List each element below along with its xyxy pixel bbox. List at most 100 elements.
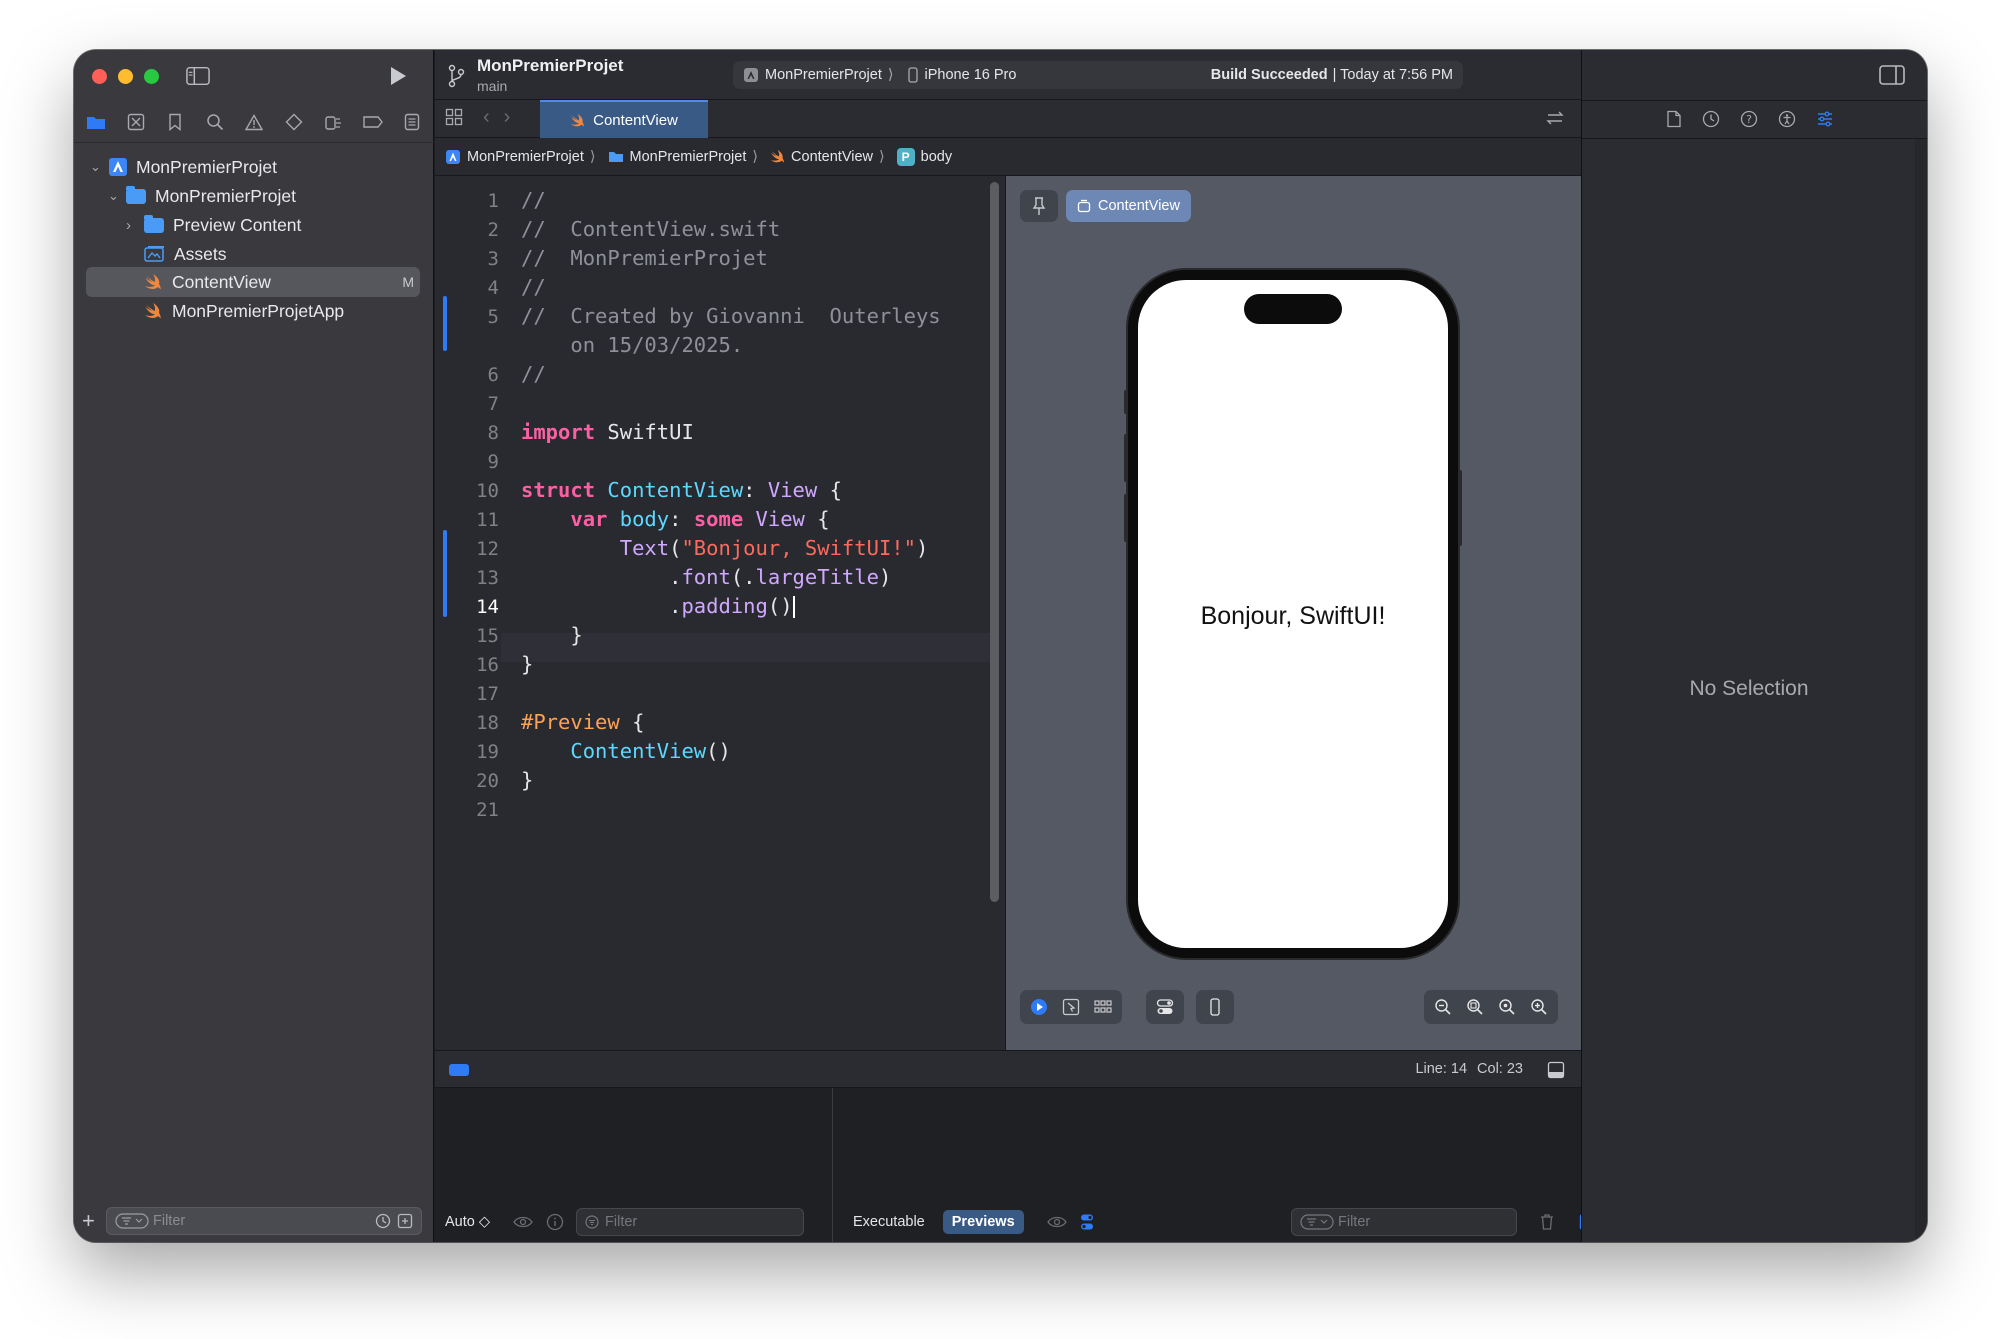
variables-filter-input[interactable]: Filter [576, 1208, 805, 1236]
preview-tab-label: ContentView [1098, 198, 1180, 214]
quick-help-icon[interactable]: ? [1740, 110, 1758, 128]
console-tab-previews[interactable]: Previews [942, 1210, 1024, 1234]
back-arrow-icon[interactable]: ‹ [483, 107, 490, 127]
swift-file-icon [145, 303, 161, 319]
preview-tab-contentview[interactable]: ContentView [1066, 190, 1191, 222]
code-token: View [767, 478, 818, 502]
line-number-current: 14 [476, 596, 499, 618]
history-inspector-icon[interactable] [1702, 110, 1720, 128]
folder-icon [126, 185, 146, 204]
iphone-icon [1210, 998, 1220, 1016]
jump-bar-item[interactable]: ContentView [770, 149, 873, 165]
editor-scrollbar[interactable] [990, 182, 999, 902]
run-button[interactable] [386, 64, 410, 88]
zoom-in-icon[interactable] [1530, 998, 1548, 1016]
source-control-filter-icon[interactable] [397, 1213, 413, 1229]
chevron-right-icon: ⟩ [878, 148, 885, 165]
project-navigator-icon[interactable] [84, 110, 108, 134]
sidebar-toggle-icon[interactable] [186, 64, 210, 88]
code-token: "Bonjour, SwiftUI!" [681, 536, 916, 560]
zoom-out-icon[interactable] [1434, 998, 1452, 1016]
line-number: 9 [487, 451, 499, 473]
selectable-mode-icon[interactable] [1062, 998, 1080, 1016]
tree-item-group-monpremierprojet[interactable]: ⌄ MonPremierProjet [108, 182, 296, 210]
console-settings-icon[interactable] [1078, 1213, 1096, 1231]
debug-area-toggle-icon[interactable] [449, 1064, 469, 1076]
cursor-position: Line: 14 Col: 23 [1415, 1061, 1523, 1077]
swap-icon[interactable] [1545, 109, 1565, 127]
scheme-selector[interactable]: MonPremierProjet ⟩ [743, 67, 894, 83]
source-control-navigator-icon[interactable] [124, 110, 148, 134]
chevron-right-icon: ⟩ [589, 148, 596, 165]
window-toolbar: MonPremierProjet main MonPremierProjet ⟩… [435, 50, 1632, 100]
variants-grid-icon[interactable] [1094, 998, 1112, 1016]
pin-preview-button[interactable] [1020, 190, 1058, 222]
accessibility-inspector-icon[interactable] [1778, 110, 1796, 128]
report-navigator-icon[interactable] [400, 110, 424, 134]
zoom-window-button[interactable] [144, 69, 159, 84]
code-line: // ContentView.swift [521, 217, 781, 241]
add-icon[interactable]: + [82, 1208, 98, 1234]
close-window-button[interactable] [92, 69, 107, 84]
code-token: largeTitle [755, 565, 879, 589]
line-number: 11 [476, 509, 499, 531]
related-items-icon[interactable] [445, 108, 463, 126]
attributes-inspector-icon[interactable] [1816, 110, 1834, 128]
zoom-actual-icon[interactable] [1498, 998, 1516, 1016]
breakpoint-navigator-icon[interactable] [361, 110, 385, 134]
forward-arrow-icon[interactable]: › [504, 107, 511, 127]
test-navigator-icon[interactable] [282, 110, 306, 134]
recent-files-icon[interactable] [375, 1213, 391, 1229]
code-token: padding [681, 594, 768, 618]
find-navigator-icon[interactable] [203, 110, 227, 134]
tree-item-project[interactable]: ⌄ MonPremierProjet [90, 153, 277, 181]
chevron-right-icon[interactable]: › [126, 217, 144, 234]
tree-item-contentview[interactable]: ContentView M [144, 268, 414, 296]
inspector-selector-bar: ? [1666, 110, 1834, 128]
preview-canvas: ContentView Bonjour, SwiftUI! [1005, 176, 1581, 1050]
zoom-fit-icon[interactable] [1466, 998, 1484, 1016]
tree-item-assets[interactable]: Assets [144, 240, 227, 268]
tree-item-preview-content[interactable]: › Preview Content [126, 211, 301, 239]
filter-options-icon[interactable] [1300, 1214, 1334, 1230]
pin-icon [1032, 197, 1046, 215]
trash-icon[interactable] [1539, 1213, 1555, 1231]
navigator-sidebar: ⌄ MonPremierProjet ⌄ MonPremierProjet › … [74, 50, 434, 1242]
jump-bar-item[interactable]: MonPremierProjet [445, 149, 584, 165]
line-number: 10 [476, 480, 499, 502]
jump-bar-item[interactable]: P body [896, 147, 952, 166]
code-token: ContentView [595, 478, 744, 502]
navigator-filter-input[interactable]: Filter [106, 1207, 422, 1235]
info-icon[interactable] [546, 1213, 564, 1231]
live-preview-icon[interactable] [1030, 998, 1048, 1016]
code-editor[interactable]: 1 2 3 4 5 6 7 8 9 10 11 12 13 14 15 16 1… [435, 176, 1005, 1050]
console-filter-input[interactable]: Filter [1291, 1208, 1517, 1236]
line-number: 15 [476, 625, 499, 647]
tree-item-monpremierprojetapp[interactable]: MonPremierProjetApp [144, 297, 344, 325]
eye-icon[interactable] [512, 1214, 534, 1230]
column-indicator: Col: 23 [1477, 1061, 1523, 1077]
console-tab-executable[interactable]: Executable [845, 1211, 933, 1233]
tab-contentview[interactable]: ContentView [540, 100, 708, 138]
minimize-window-button[interactable] [118, 69, 133, 84]
device-settings-button[interactable] [1196, 990, 1234, 1024]
line-number: 4 [487, 277, 499, 299]
eye-icon[interactable] [1046, 1214, 1068, 1230]
bookmark-navigator-icon[interactable] [163, 110, 187, 134]
code-line: // [521, 275, 546, 299]
code-line: var body: some View { [521, 507, 829, 531]
file-inspector-icon[interactable] [1666, 110, 1682, 128]
inspector-toggle-icon[interactable] [1879, 65, 1905, 85]
chevron-right-icon: ⟩ [752, 148, 759, 165]
variables-scope-selector[interactable]: Auto ◇ [445, 1214, 490, 1230]
chevron-down-icon[interactable]: ⌄ [90, 159, 108, 175]
jump-bar-item[interactable]: MonPremierProjet [608, 149, 746, 165]
filter-options-icon[interactable] [115, 1213, 149, 1229]
hide-debug-area-icon[interactable] [1547, 1061, 1565, 1079]
issue-navigator-icon[interactable] [242, 110, 266, 134]
chevron-down-icon[interactable]: ⌄ [108, 188, 126, 204]
debug-navigator-icon[interactable] [321, 110, 345, 134]
canvas-settings-button[interactable] [1146, 990, 1184, 1024]
run-destination-selector[interactable]: iPhone 16 Pro [907, 67, 1016, 83]
line-number: 18 [476, 712, 499, 734]
